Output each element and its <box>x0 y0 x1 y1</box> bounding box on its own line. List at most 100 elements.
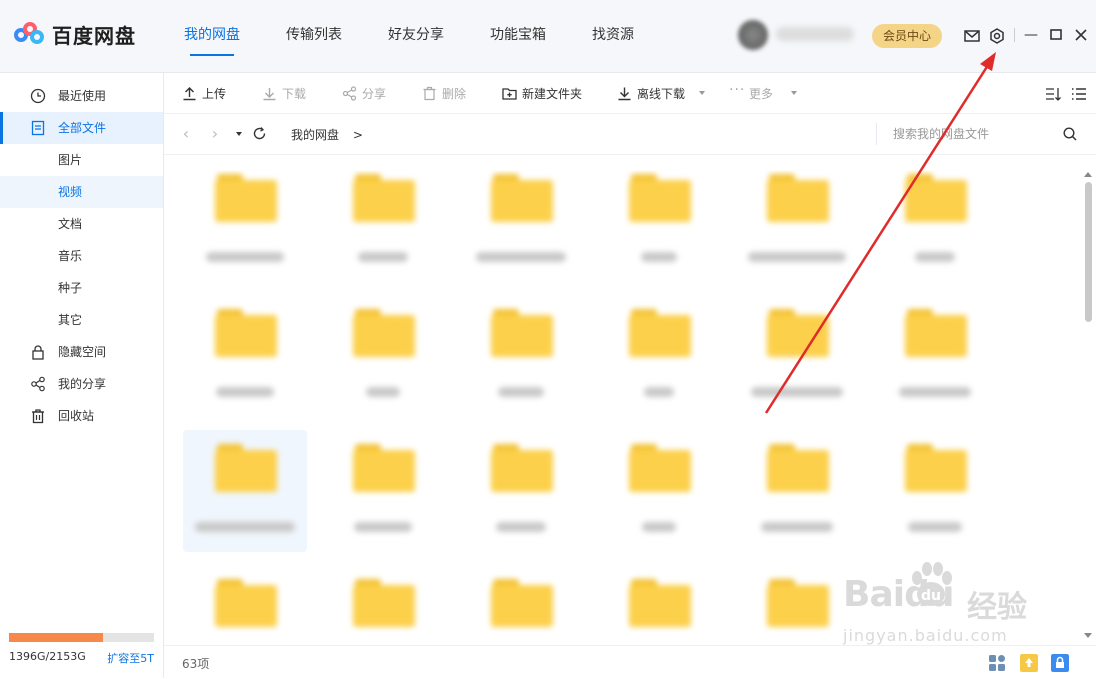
tab-toolbox[interactable]: 功能宝箱 <box>476 0 560 72</box>
search-input[interactable] <box>893 125 1053 143</box>
clock-icon <box>30 88 46 104</box>
tab-transfer-list[interactable]: 传输列表 <box>272 0 356 72</box>
folder-name-blurred <box>366 387 400 397</box>
folder-item[interactable] <box>735 565 859 642</box>
new-folder-button[interactable]: 新建文件夹 <box>502 85 582 103</box>
folder-item[interactable] <box>183 170 307 282</box>
sort-icon[interactable] <box>1044 85 1062 103</box>
sidebar-item-documents[interactable]: 文档 <box>0 208 163 240</box>
security-lock-icon[interactable] <box>1051 654 1069 672</box>
sidebar-item-images[interactable]: 图片 <box>0 144 163 176</box>
folder-item[interactable] <box>459 430 583 552</box>
sidebar-item-music[interactable]: 音乐 <box>0 240 163 272</box>
folder-item[interactable] <box>873 430 997 552</box>
folder-item[interactable] <box>459 295 583 417</box>
download-button[interactable]: 下载 <box>262 85 306 103</box>
item-count: 63项 <box>182 657 210 671</box>
folder-item[interactable] <box>183 295 307 417</box>
folder-item[interactable] <box>321 295 445 417</box>
toolbar: 上传 下载 分享 删除 新建文件夹 离线下载 ··· 更多 <box>164 73 1096 114</box>
upload-button[interactable]: 上传 <box>182 85 226 103</box>
folder-name-blurred <box>496 522 546 532</box>
folder-icon <box>215 174 277 222</box>
mail-icon[interactable] <box>962 26 982 46</box>
scrollbar-thumb[interactable] <box>1085 182 1092 322</box>
sidebar-item-my-shares[interactable]: 我的分享 <box>0 368 163 400</box>
folder-item[interactable] <box>321 170 445 282</box>
delete-button[interactable]: 删除 <box>422 85 466 103</box>
folder-name-blurred <box>748 252 846 262</box>
username-blurred[interactable] <box>776 27 854 41</box>
history-dropdown-icon[interactable] <box>236 132 242 136</box>
download-icon <box>263 88 276 101</box>
search-icon[interactable] <box>1062 126 1078 142</box>
folder-icon <box>491 309 553 357</box>
scroll-down-icon[interactable] <box>1084 633 1092 638</box>
settings-icon[interactable] <box>987 26 1007 46</box>
folder-name-blurred <box>644 387 674 397</box>
sidebar-item-all-files[interactable]: 全部文件 <box>0 112 163 144</box>
folder-item[interactable] <box>735 295 859 417</box>
share-icon <box>31 376 45 392</box>
folder-icon <box>767 444 829 492</box>
chevron-down-icon[interactable] <box>791 91 797 95</box>
folder-item[interactable] <box>459 170 583 282</box>
tab-my-disk[interactable]: 我的网盘 <box>170 0 254 72</box>
offline-download-button[interactable]: 离线下载 <box>617 85 685 103</box>
grid-view-icon[interactable] <box>988 654 1006 672</box>
offline-download-label: 离线下载 <box>637 87 686 101</box>
sidebar: 最近使用 全部文件 图片 视频 文档 音乐 种子 其它 隐藏空间 我的分享 回收… <box>0 73 164 678</box>
folder-icon <box>353 174 415 222</box>
more-button[interactable]: ··· 更多 <box>729 82 773 103</box>
folder-icon <box>629 579 691 627</box>
folder-item[interactable] <box>183 430 307 552</box>
folder-item[interactable] <box>597 565 721 642</box>
folder-item[interactable] <box>735 430 859 552</box>
tab-find-resources[interactable]: 找资源 <box>578 0 648 72</box>
chevron-down-icon[interactable] <box>699 91 705 95</box>
folder-item[interactable] <box>873 295 997 417</box>
folder-name-blurred <box>216 387 274 397</box>
folder-item[interactable] <box>735 170 859 282</box>
expand-storage-link[interactable]: 扩容至5T <box>107 650 154 666</box>
folder-item[interactable] <box>321 565 445 642</box>
minimize-icon[interactable]: — <box>1021 25 1041 45</box>
vip-center-button[interactable]: 会员中心 <box>872 24 942 48</box>
sidebar-item-torrents[interactable]: 种子 <box>0 272 163 304</box>
share-button[interactable]: 分享 <box>342 85 386 103</box>
search-box <box>876 123 1087 145</box>
folder-icon <box>215 309 277 357</box>
breadcrumb-my-disk[interactable]: 我的网盘 <box>291 128 339 142</box>
list-view-icon[interactable] <box>1070 85 1088 103</box>
folder-item[interactable] <box>183 565 307 642</box>
folder-item[interactable] <box>597 295 721 417</box>
sidebar-item-recycle-bin[interactable]: 回收站 <box>0 400 163 432</box>
scrollbar[interactable] <box>1084 170 1093 640</box>
sidebar-item-label: 最近使用 <box>58 89 107 103</box>
sidebar-item-videos[interactable]: 视频 <box>0 176 163 208</box>
upload-label: 上传 <box>202 87 227 101</box>
folder-item[interactable] <box>459 565 583 642</box>
maximize-icon[interactable] <box>1046 25 1066 45</box>
sidebar-item-recent[interactable]: 最近使用 <box>0 80 163 112</box>
folder-item[interactable] <box>597 430 721 552</box>
folder-icon <box>905 444 967 492</box>
folder-icon <box>905 309 967 357</box>
forward-icon[interactable]: › <box>207 125 223 143</box>
refresh-icon[interactable] <box>252 126 267 141</box>
folder-name-blurred <box>195 522 295 532</box>
new-folder-label: 新建文件夹 <box>522 87 583 101</box>
close-icon[interactable] <box>1071 25 1091 45</box>
sidebar-item-hidden-space[interactable]: 隐藏空间 <box>0 336 163 368</box>
scroll-up-icon[interactable] <box>1084 172 1092 177</box>
folder-item[interactable] <box>321 430 445 552</box>
folder-item[interactable] <box>873 170 997 282</box>
upload-manager-icon[interactable] <box>1020 654 1038 672</box>
folder-icon <box>905 174 967 222</box>
folder-item[interactable] <box>597 170 721 282</box>
sidebar-item-other[interactable]: 其它 <box>0 304 163 336</box>
tab-friend-share[interactable]: 好友分享 <box>374 0 458 72</box>
folder-name-blurred <box>358 252 408 262</box>
avatar[interactable] <box>738 20 768 50</box>
back-icon[interactable]: ‹ <box>178 125 194 143</box>
